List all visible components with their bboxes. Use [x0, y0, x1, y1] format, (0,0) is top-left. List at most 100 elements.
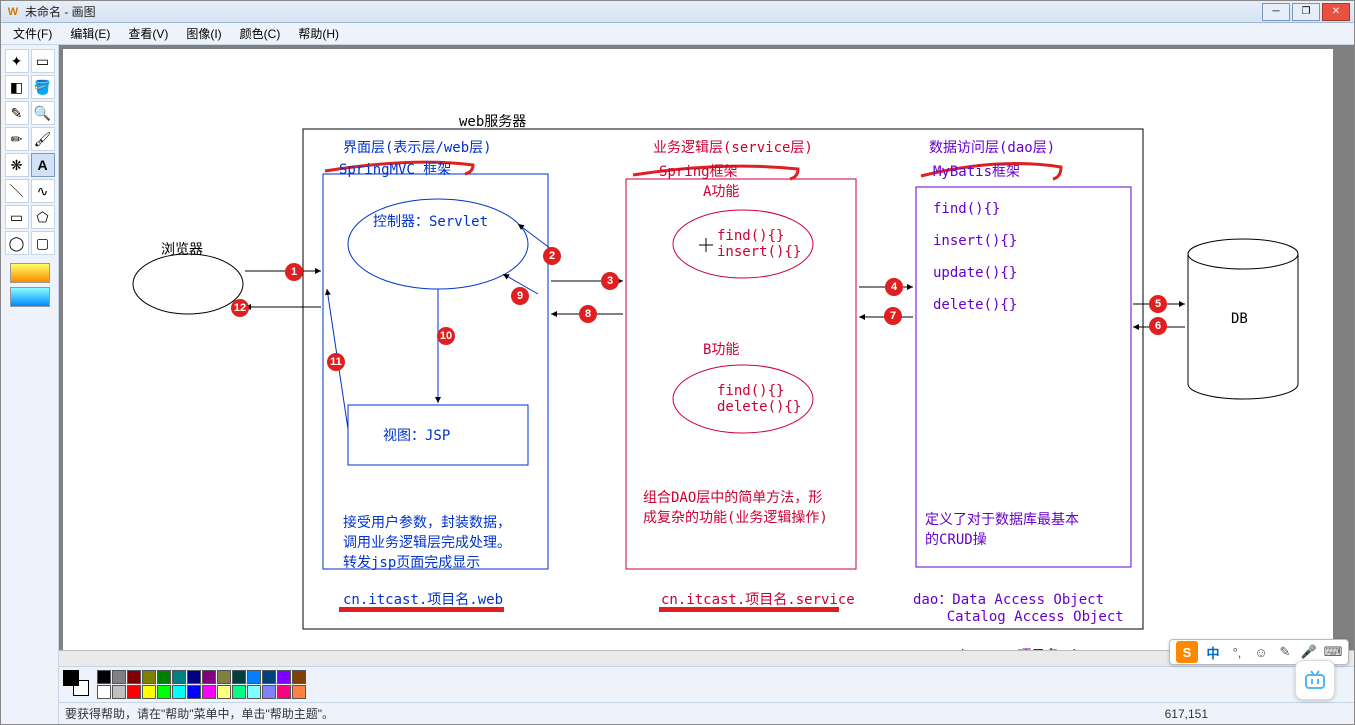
tool-option-1[interactable] — [10, 263, 50, 283]
view-label: 视图：JSP — [383, 425, 450, 445]
palette-swatch[interactable] — [127, 685, 141, 699]
palette-swatch[interactable] — [142, 685, 156, 699]
badge-1: 1 — [285, 263, 303, 281]
tool-rectangle[interactable]: ▭ — [5, 205, 29, 229]
tool-line[interactable]: ＼ — [5, 179, 29, 203]
tool-brush[interactable]: 🖌 — [31, 127, 55, 151]
app-icon: W — [5, 4, 21, 20]
tool-fill[interactable]: 🪣 — [31, 75, 55, 99]
palette-swatch[interactable] — [232, 685, 246, 699]
close-button[interactable]: ✕ — [1322, 3, 1350, 21]
window-title: 未命名 - 画图 — [25, 3, 1262, 20]
tool-polygon[interactable]: ⬠ — [31, 205, 55, 229]
tool-eraser[interactable]: ◧ — [5, 75, 29, 99]
sogou-icon[interactable]: S — [1176, 641, 1198, 663]
ime-emoji-icon[interactable]: ☺ — [1252, 643, 1270, 661]
palette-swatch[interactable] — [112, 670, 126, 684]
badge-11: 11 — [327, 353, 345, 371]
menu-view[interactable]: 查看(V) — [120, 23, 176, 44]
badge-2: 2 — [543, 247, 561, 265]
badge-3: 3 — [601, 272, 619, 290]
palette-swatch[interactable] — [187, 685, 201, 699]
palette-swatch[interactable] — [127, 670, 141, 684]
status-coords: 617,151 — [1165, 707, 1208, 721]
service-layer-title: 业务逻辑层(service层) — [653, 137, 813, 157]
tool-curve[interactable]: ∿ — [31, 179, 55, 203]
window-controls: ─ ❐ ✕ — [1262, 3, 1350, 21]
tool-airbrush[interactable]: ❋ — [5, 153, 29, 177]
service-package-underline — [659, 607, 839, 612]
palette-swatch[interactable] — [97, 685, 111, 699]
ime-skin-icon[interactable]: ✎ — [1276, 643, 1294, 661]
palette-swatch[interactable] — [277, 685, 291, 699]
palette-swatch[interactable] — [217, 685, 231, 699]
tool-picker[interactable]: ✎ — [5, 101, 29, 125]
tool-rounded-rect[interactable]: ▢ — [31, 231, 55, 255]
horizontal-scrollbar[interactable] — [59, 650, 1354, 666]
tool-options — [10, 263, 50, 307]
palette-swatch[interactable] — [157, 670, 171, 684]
titlebar[interactable]: W 未命名 - 画图 ─ ❐ ✕ — [1, 1, 1354, 23]
palette-swatch[interactable] — [157, 685, 171, 699]
tool-select[interactable]: ▭ — [31, 49, 55, 73]
dao-layer-acronym: dao：Data Access Object Catalog Access Ob… — [913, 589, 1124, 625]
tool-text[interactable]: A — [31, 153, 55, 177]
app-window: W 未命名 - 画图 ─ ❐ ✕ 文件(F) 编辑(E) 查看(V) 图像(I)… — [0, 0, 1355, 725]
foreground-background-swatch[interactable] — [63, 670, 93, 700]
web-package-underline — [339, 607, 504, 612]
browser-label: 浏览器 — [161, 239, 203, 259]
maximize-button[interactable]: ❐ — [1292, 3, 1320, 21]
palette-swatch[interactable] — [202, 685, 216, 699]
palette-swatch[interactable] — [187, 670, 201, 684]
tool-option-2[interactable] — [10, 287, 50, 307]
canvas-wrap: 浏览器 web服务器 DB 界面层(表示层/web层) SpringMVC 框架… — [59, 45, 1354, 724]
menu-colors[interactable]: 颜色(C) — [232, 23, 289, 44]
palette-swatches — [97, 670, 306, 699]
palette-swatch[interactable] — [172, 670, 186, 684]
menu-file[interactable]: 文件(F) — [5, 23, 60, 44]
menu-edit[interactable]: 编辑(E) — [62, 23, 118, 44]
palette-swatch[interactable] — [262, 670, 276, 684]
color-palette — [59, 666, 1354, 702]
foreground-color[interactable] — [63, 670, 79, 686]
menu-image[interactable]: 图像(I) — [178, 23, 229, 44]
menu-help[interactable]: 帮助(H) — [290, 23, 347, 44]
palette-swatch[interactable] — [292, 685, 306, 699]
palette-swatch[interactable] — [97, 670, 111, 684]
badge-6: 6 — [1149, 317, 1167, 335]
palette-swatch[interactable] — [217, 670, 231, 684]
palette-swatch[interactable] — [247, 670, 261, 684]
palette-swatch[interactable] — [202, 670, 216, 684]
minimize-button[interactable]: ─ — [1262, 3, 1290, 21]
controller-label: 控制器：Servlet — [373, 211, 488, 231]
dao-layer-title: 数据访问层(dao层) — [929, 137, 1055, 157]
palette-swatch[interactable] — [292, 670, 306, 684]
canvas-paper[interactable]: 浏览器 web服务器 DB 界面层(表示层/web层) SpringMVC 框架… — [63, 49, 1333, 666]
palette-swatch[interactable] — [172, 685, 186, 699]
service-layer-package: cn.itcast.项目名.service — [661, 589, 855, 609]
ime-lang[interactable]: 中 — [1204, 643, 1222, 661]
palette-swatch[interactable] — [262, 685, 276, 699]
status-help-text: 要获得帮助，请在"帮助"菜单中，单击"帮助主题"。 — [65, 705, 334, 722]
service-layer-desc: 组合DAO层中的简单方法，形 成复杂的功能(业务逻辑操作) — [643, 487, 828, 527]
statusbar: 要获得帮助，请在"帮助"菜单中，单击"帮助主题"。 617,151 — [59, 702, 1354, 724]
tool-freeform-select[interactable]: ✦ — [5, 49, 29, 73]
palette-swatch[interactable] — [112, 685, 126, 699]
func-b-title: B功能 — [703, 339, 739, 359]
canvas-viewport[interactable]: 浏览器 web服务器 DB 界面层(表示层/web层) SpringMVC 框架… — [59, 45, 1354, 666]
tool-ellipse[interactable]: ◯ — [5, 231, 29, 255]
ime-punct-icon[interactable]: °, — [1228, 643, 1246, 661]
palette-swatch[interactable] — [247, 685, 261, 699]
web-layer-desc: 接受用户参数，封装数据， 调用业务逻辑层完成处理。 转发jsp页面完成显示 — [343, 512, 511, 572]
palette-swatch[interactable] — [277, 670, 291, 684]
tool-magnifier[interactable]: 🔍 — [31, 101, 55, 125]
video-overlay-icon[interactable] — [1295, 660, 1335, 700]
palette-swatch[interactable] — [232, 670, 246, 684]
palette-swatch[interactable] — [142, 670, 156, 684]
ime-voice-icon[interactable]: 🎤 — [1300, 643, 1318, 661]
ime-keyboard-icon[interactable]: ⌨ — [1324, 643, 1342, 661]
badge-8: 8 — [579, 305, 597, 323]
tool-pencil[interactable]: ✏ — [5, 127, 29, 151]
db-label: DB — [1231, 311, 1248, 327]
badge-12: 12 — [231, 299, 249, 317]
